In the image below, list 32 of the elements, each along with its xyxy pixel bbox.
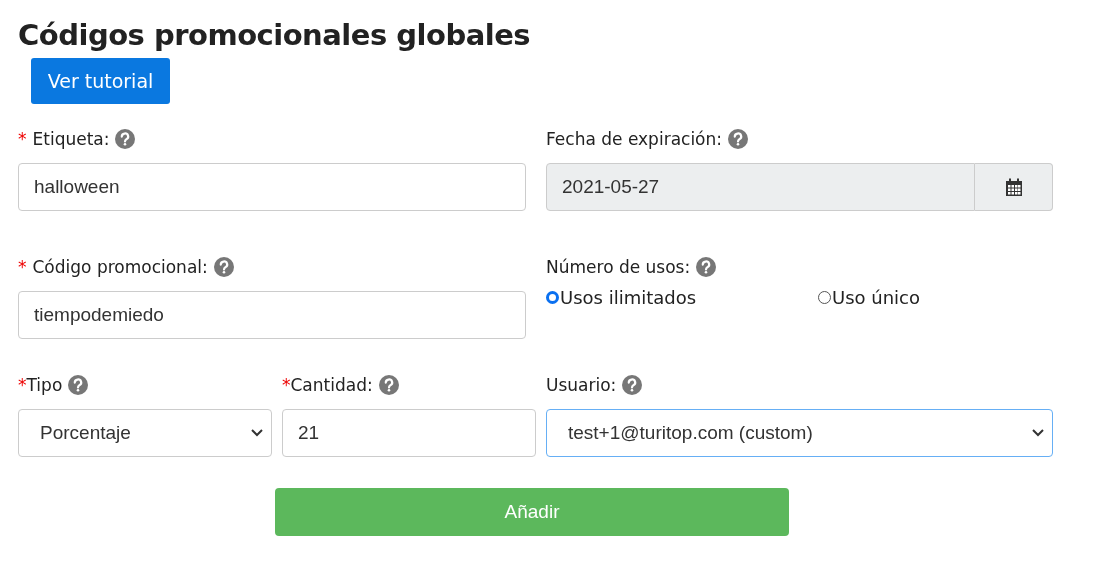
radio-button[interactable] — [818, 291, 831, 304]
page-title: Códigos promocionales globales — [18, 18, 532, 52]
field-label: Etiqueta: — [32, 129, 110, 149]
required-mark: * — [282, 375, 291, 395]
required-mark: * — [18, 129, 27, 149]
field-label: Número de usos: — [546, 257, 691, 277]
help-icon[interactable] — [696, 257, 717, 277]
tutorial-button[interactable]: Ver tutorial — [31, 58, 170, 104]
calendar-icon — [1004, 177, 1023, 197]
chevron-down-icon — [251, 429, 263, 437]
help-icon[interactable] — [68, 375, 89, 395]
text-field[interactable]: halloween — [18, 163, 526, 211]
radio-button[interactable] — [546, 291, 559, 304]
field-label: Tipo — [26, 375, 63, 395]
help-icon[interactable] — [622, 375, 643, 395]
field-label: Usuario: — [546, 375, 617, 395]
radio-label[interactable]: Usos ilimitados — [560, 287, 697, 308]
chevron-down-icon — [1032, 429, 1044, 437]
text-field[interactable]: 21 — [282, 409, 536, 457]
radio-label[interactable]: Uso único — [832, 287, 920, 308]
help-icon[interactable] — [378, 375, 399, 395]
dropdown[interactable]: Porcentaje — [18, 409, 272, 457]
required-mark: * — [18, 257, 27, 277]
dropdown[interactable]: test+1@turitop.com (custom) — [546, 409, 1053, 457]
field-label: Código promocional: — [32, 257, 208, 277]
calendar-button[interactable] — [975, 163, 1053, 211]
field-label: Cantidad: — [290, 375, 373, 395]
help-icon[interactable] — [115, 129, 136, 149]
field-label: Fecha de expiración: — [546, 129, 723, 149]
text-field[interactable]: tiempodemiedo — [18, 291, 526, 339]
required-mark: * — [18, 375, 27, 395]
help-icon[interactable] — [213, 257, 234, 277]
